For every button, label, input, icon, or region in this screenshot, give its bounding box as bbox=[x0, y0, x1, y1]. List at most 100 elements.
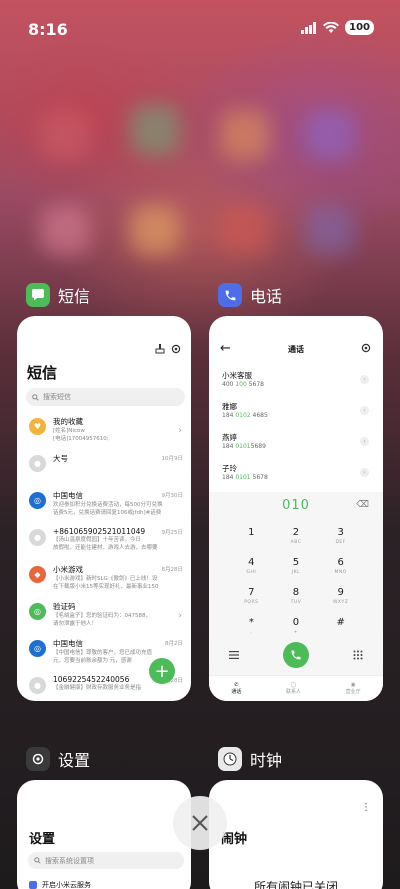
page-title: 通话 bbox=[288, 345, 304, 354]
dial-key-5[interactable]: 5 JKL bbox=[274, 556, 319, 583]
dial-key-8[interactable]: 8 TUV bbox=[274, 586, 319, 613]
telecom-logo-icon: ◎ bbox=[29, 640, 46, 657]
phone-app-icon bbox=[218, 283, 242, 307]
dial-key-star[interactable]: *, bbox=[229, 616, 274, 643]
dial-key-9[interactable]: 9 WXYZ bbox=[318, 586, 363, 613]
clear-all-button[interactable] bbox=[173, 796, 227, 850]
cloud-icon bbox=[29, 881, 37, 889]
message-preview: 【毛绒盒子】您的验证码为：047588， bbox=[53, 613, 151, 619]
status-icons: 100 bbox=[301, 20, 374, 35]
clock-icon bbox=[223, 752, 237, 766]
message-preview: 【中国电信】尊敬的客户，您已成功充值 bbox=[53, 650, 153, 656]
page-title: 设置 bbox=[29, 832, 56, 847]
recent-card-clock[interactable]: ⋮ 闹钟 所有闹钟已关闭 bbox=[209, 780, 383, 889]
chevron-right-icon[interactable]: › bbox=[360, 437, 369, 446]
dial-key-0[interactable]: 0 + bbox=[274, 616, 319, 643]
gear-icon bbox=[32, 753, 44, 765]
contact-number: 184 0102 4685 bbox=[222, 412, 268, 419]
sender-name: 中国电信 bbox=[53, 639, 83, 648]
call-button[interactable] bbox=[283, 642, 309, 668]
search-placeholder: 搜索短信 bbox=[43, 393, 71, 401]
message-date: 8月28日 bbox=[161, 567, 184, 573]
message-preview: [电话]17004957610; bbox=[53, 436, 109, 442]
keypad-icon[interactable] bbox=[353, 650, 363, 660]
contact-number: 184 0101 5678 bbox=[222, 474, 268, 481]
tab-service-hall[interactable]: ▣ 营业厅 bbox=[346, 682, 361, 695]
blurred-icon bbox=[220, 110, 270, 160]
dial-key-4[interactable]: 4 GHI bbox=[229, 556, 274, 583]
message-preview: [姓名]Nicow bbox=[53, 428, 85, 434]
list-item[interactable]: ◎ 中国电信 9月30日 欢迎参加积分兑换话费活动，每500分可兑换 话费5元，… bbox=[17, 486, 191, 523]
app-header-settings[interactable]: 设置 bbox=[26, 747, 90, 771]
backspace-icon[interactable]: ⌫ bbox=[356, 500, 369, 510]
blurred-icon bbox=[40, 205, 90, 255]
list-item[interactable]: ♥ 我的收藏 [姓名]Nicow [电话]17004957610; › bbox=[17, 412, 191, 449]
contact-name: 燕婷 bbox=[222, 433, 237, 442]
chevron-right-icon[interactable]: › bbox=[360, 468, 369, 477]
app-header-phone[interactable]: 电话 bbox=[218, 283, 282, 307]
contact-number: 184 01015689 bbox=[222, 443, 266, 450]
plus-icon: + bbox=[154, 660, 170, 682]
blurred-icon bbox=[130, 105, 180, 155]
tab-contacts[interactable]: ◯ 联系人 bbox=[286, 682, 301, 695]
page-title: 短信 bbox=[27, 364, 58, 382]
list-item[interactable]: ● +8610659025210110​49 9月25日 【汤山温泉度假园】十年… bbox=[17, 523, 191, 560]
settings-row-cloud[interactable]: 开启小米云服务 bbox=[29, 880, 91, 889]
list-item[interactable]: ◎ 验证码 【毛绒盒子】您的验证码为：047588， 请勿泄露于他人！ › bbox=[17, 597, 191, 634]
more-options-icon[interactable]: ⋮ bbox=[361, 802, 371, 813]
message-preview: 话费5元，兑换话费请回复106或jfdh]#话费 bbox=[53, 510, 162, 516]
message-preview: 【金融健康】财政存款服务业务是指 bbox=[53, 685, 142, 691]
message-preview: 【小米游戏】新时SLG《傲剑》已上线！设 bbox=[53, 576, 158, 582]
compose-button[interactable]: + bbox=[149, 658, 175, 684]
chevron-right-icon[interactable]: › bbox=[360, 406, 369, 415]
dial-key-3[interactable]: 3 DEF bbox=[318, 526, 363, 553]
list-item[interactable]: 雅娜 184 0102 4685 › bbox=[209, 397, 383, 428]
dial-key-7[interactable]: 7 PQRS bbox=[229, 586, 274, 613]
close-icon bbox=[192, 815, 208, 831]
menu-icon[interactable] bbox=[229, 651, 239, 659]
list-item[interactable]: 燕婷 184 01015689 › bbox=[209, 428, 383, 459]
phone-icon bbox=[291, 650, 301, 660]
dial-key-2[interactable]: 2 ABC bbox=[274, 526, 319, 553]
settings-app-icon bbox=[26, 747, 50, 771]
search-input[interactable]: 搜索系统设置项 bbox=[28, 852, 184, 869]
keypad-grid: 1 2 ABC 3 DEF 4 GHI 5 JKL 6 MNO 7 PQRS 8 TUV 9W… bbox=[229, 526, 363, 643]
status-time: 8:16 bbox=[28, 20, 68, 39]
sms-toolbar bbox=[155, 344, 181, 354]
list-item[interactable]: 子玲 184 0101 5678 › bbox=[209, 459, 383, 490]
message-preview: 在下载版小米15等实现好礼，最新事业150 bbox=[53, 584, 159, 590]
list-item[interactable]: 小米客服 400 100 5678 › bbox=[209, 366, 383, 397]
chevron-right-icon: › bbox=[178, 611, 182, 621]
broom-icon[interactable] bbox=[155, 344, 165, 354]
message-preview: 【汤山温泉度假园】十年苦读，今日 bbox=[53, 537, 142, 543]
empty-state-text: 所有闹钟已关闭 bbox=[253, 880, 338, 889]
message-date: 9月25日 bbox=[161, 530, 184, 536]
recent-card-sms[interactable]: 短信 搜索短信 ♥ 我的收藏 [姓名]Nicow [电话]17004957610… bbox=[17, 316, 191, 701]
gear-icon[interactable] bbox=[361, 343, 371, 353]
avatar-icon: ● bbox=[29, 529, 46, 546]
dial-key-1[interactable]: 1 bbox=[229, 526, 274, 553]
list-item[interactable]: ◆ 小米游戏 8月28日 【小米游戏】新时SLG《傲剑》已上线！设 在下载版小米… bbox=[17, 560, 191, 597]
verification-icon: ◎ bbox=[29, 603, 46, 620]
gear-icon[interactable] bbox=[171, 344, 181, 354]
search-icon bbox=[32, 393, 39, 401]
wifi-icon bbox=[323, 21, 340, 33]
chevron-right-icon[interactable]: › bbox=[360, 375, 369, 384]
search-input[interactable]: 搜索短信 bbox=[26, 388, 185, 406]
app-header-sms[interactable]: 短信 bbox=[26, 283, 90, 307]
dialpad: 010 ⌫ 1 2 ABC 3 DEF 4 GHI 5 JKL 6 MNO 7 PQRS 8… bbox=[209, 492, 383, 701]
contact-name: 雅娜 bbox=[222, 402, 237, 411]
message-date: 9月30日 bbox=[161, 493, 184, 499]
message-preview: 欢迎参加积分兑换话费活动，每500分可兑换 bbox=[53, 502, 163, 508]
phone-app-name: 电话 bbox=[250, 287, 283, 306]
list-item[interactable]: ● 大号 10月9日 bbox=[17, 449, 191, 486]
tab-calls[interactable]: ✆ 通话 bbox=[231, 682, 241, 695]
app-header-clock[interactable]: 时钟 bbox=[218, 747, 282, 771]
xiaomi-game-icon: ◆ bbox=[29, 566, 46, 583]
dial-key-hash[interactable]: # bbox=[318, 616, 363, 643]
recent-card-settings[interactable]: 设置 搜索系统设置项 开启小米云服务 bbox=[17, 780, 191, 889]
dial-key-6[interactable]: 6 MNO bbox=[318, 556, 363, 583]
clock-app-icon bbox=[218, 747, 242, 771]
contact-name: 子玲 bbox=[222, 464, 237, 473]
recent-card-phone[interactable]: ← 通话 小米客服 400 100 5678 › 雅娜 184 0102 468… bbox=[209, 316, 383, 701]
